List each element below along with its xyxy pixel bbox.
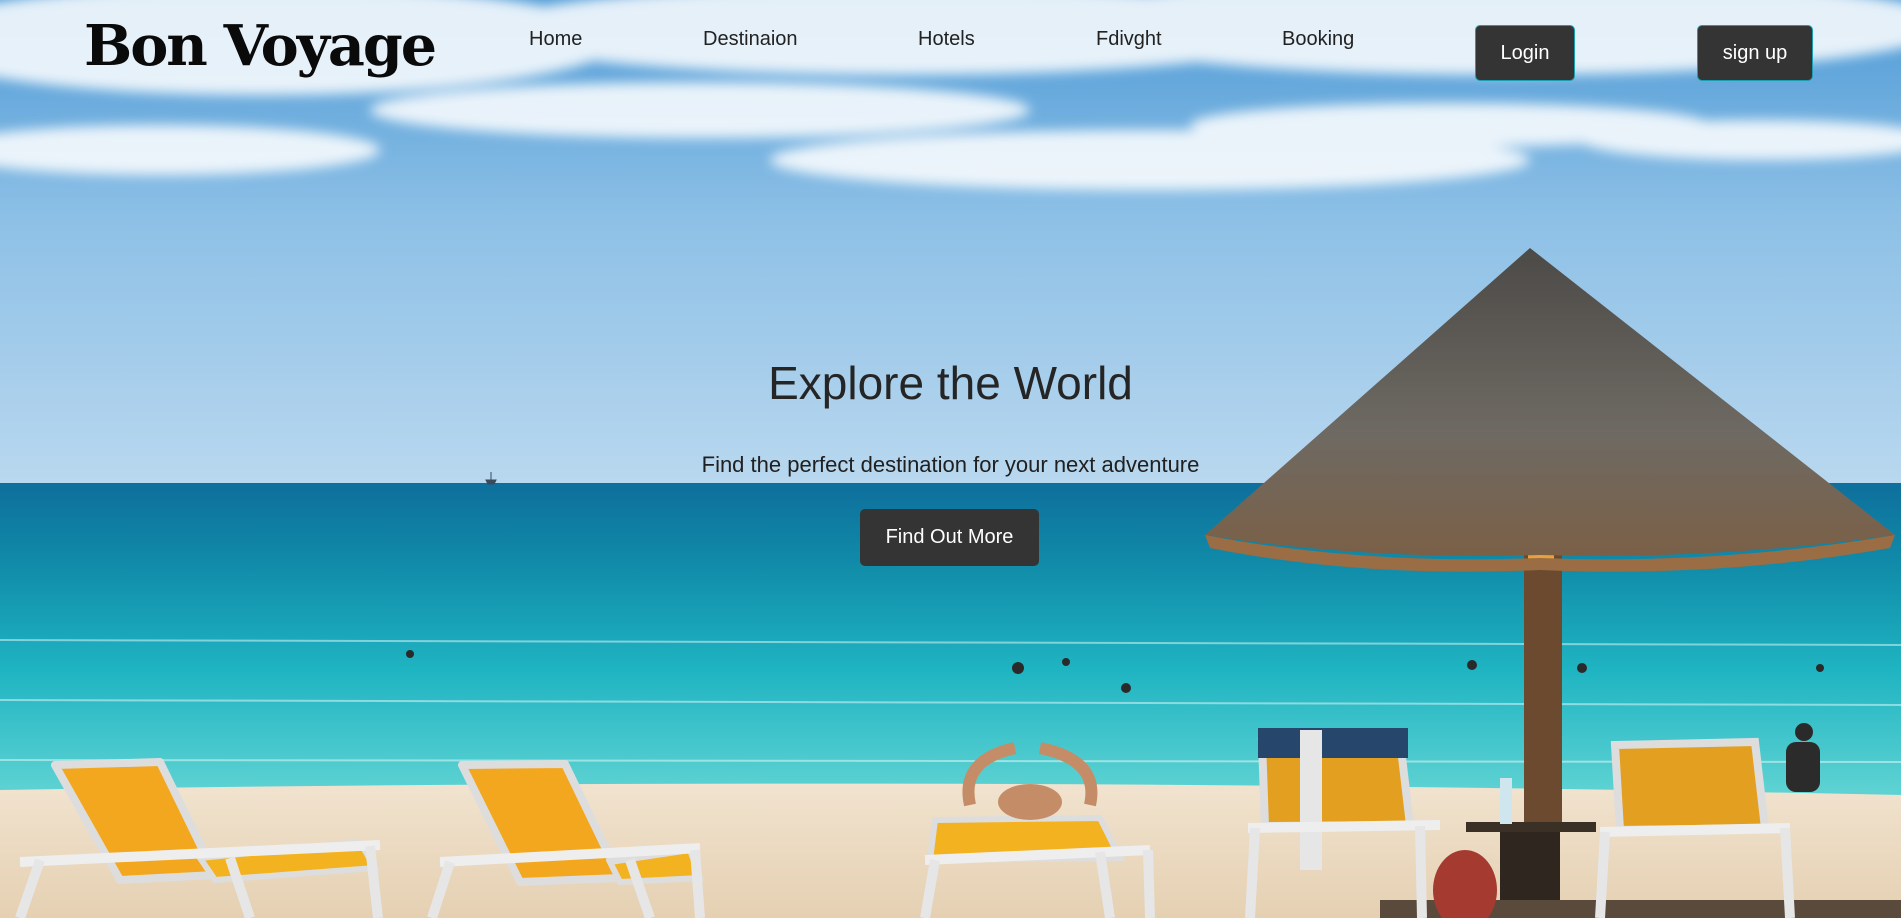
nav-link-destination[interactable]: Destinaion bbox=[703, 28, 798, 51]
hero-subtitle: Find the perfect destination for your ne… bbox=[701, 452, 1200, 477]
nav-link-booking[interactable]: Booking bbox=[1282, 28, 1354, 51]
login-button[interactable]: Login bbox=[1475, 25, 1575, 81]
brand-logo[interactable]: Bon Voyage bbox=[84, 14, 437, 79]
find-out-more-button[interactable]: Find Out More bbox=[860, 509, 1039, 566]
nav-link-hotels[interactable]: Hotels bbox=[918, 28, 975, 51]
signup-button[interactable]: sign up bbox=[1697, 25, 1813, 81]
nav-link-flight[interactable]: Fdivght bbox=[1096, 28, 1162, 51]
hero-title: Explore the World bbox=[768, 357, 1133, 409]
nav-link-home[interactable]: Home bbox=[529, 28, 582, 51]
